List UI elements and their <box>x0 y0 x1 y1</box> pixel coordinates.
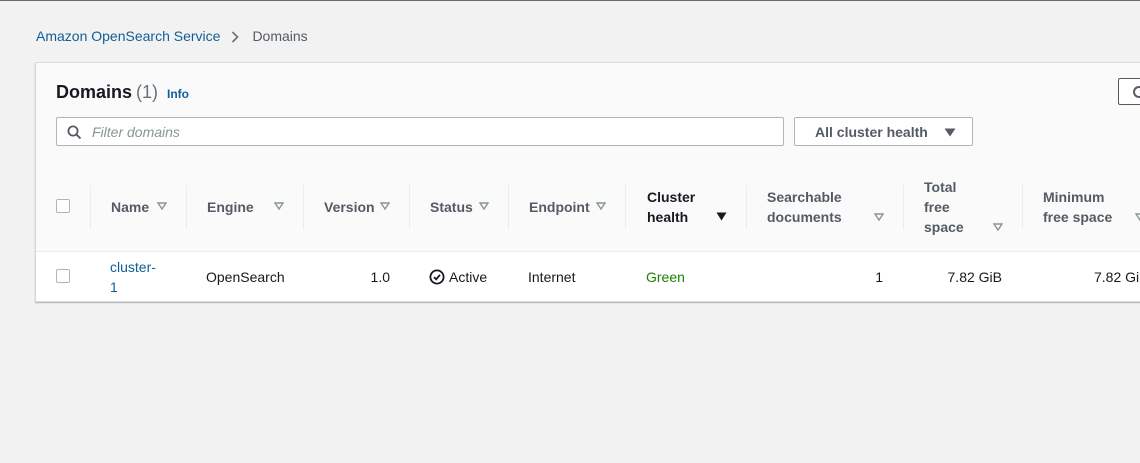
column-header-label-line: documents <box>767 209 842 225</box>
domain-name-line: 1 <box>110 279 118 295</box>
sort-icon <box>1135 213 1140 221</box>
column-header-label-line: health <box>647 209 689 225</box>
status-text: Active <box>449 269 488 285</box>
breadcrumb: Amazon OpenSearch Service Domains <box>36 28 308 44</box>
breadcrumb-current: Domains <box>252 28 308 44</box>
domain-name-line: cluster- <box>110 259 156 275</box>
column-header-endpoint[interactable]: Endpoint <box>509 163 626 251</box>
refresh-button[interactable] <box>1118 78 1140 105</box>
column-header-label: Endpoint <box>529 199 590 215</box>
cell-endpoint: Internet <box>528 269 576 285</box>
column-header-version[interactable]: Version <box>304 163 410 251</box>
column-header-cluster-health[interactable]: Cluster health <box>626 163 747 251</box>
column-header-label-line: Total <box>924 179 957 195</box>
caret-down-icon <box>944 128 956 137</box>
table-header: Name Engine Version Status Endpoint Clus… <box>36 163 1140 252</box>
sort-icon <box>993 223 1003 231</box>
info-link[interactable]: Info <box>167 87 189 101</box>
column-header-label: Searchable documents <box>767 187 842 227</box>
domain-name-link[interactable]: cluster- 1 <box>110 257 156 297</box>
column-header-label: Minimum free space <box>1043 187 1112 227</box>
column-header-label-line: free <box>924 199 950 215</box>
cell-searchable-documents: 1 <box>875 269 883 285</box>
column-header-label-line: Minimum <box>1043 189 1105 205</box>
column-header-label: Name <box>111 199 150 215</box>
sort-icon <box>274 202 284 210</box>
sort-icon <box>596 202 606 210</box>
search-input[interactable] <box>90 121 774 143</box>
column-header-label-line: free space <box>1043 209 1113 225</box>
page-title: Domains (1) <box>56 82 158 103</box>
chevron-right-icon <box>231 30 240 43</box>
domain-count: (1) <box>136 82 159 102</box>
column-header-engine[interactable]: Engine <box>187 163 304 251</box>
cluster-health-select[interactable]: All cluster health <box>794 117 973 146</box>
column-header-minimum-free-space[interactable]: Minimum free space <box>1023 163 1140 251</box>
select-all-column <box>36 163 91 251</box>
column-header-label: Total free space <box>924 177 964 237</box>
column-header-status[interactable]: Status <box>410 163 509 251</box>
refresh-icon <box>1133 85 1140 98</box>
column-header-label: Cluster health <box>647 187 695 227</box>
cell-status: Active <box>429 267 487 287</box>
column-header-label-line: Cluster <box>647 189 696 205</box>
status-check-icon <box>429 269 445 285</box>
search-icon <box>67 125 82 140</box>
row-select-checkbox[interactable] <box>56 269 70 283</box>
cell-cluster-health: Green <box>646 269 685 285</box>
sort-descending-icon <box>716 212 727 221</box>
column-header-label-line: space <box>924 219 964 235</box>
search-field[interactable] <box>56 117 784 146</box>
select-all-checkbox[interactable] <box>56 199 70 213</box>
breadcrumb-link-service[interactable]: Amazon OpenSearch Service <box>36 28 220 44</box>
title-text: Domains <box>56 82 133 102</box>
column-header-label: Engine <box>207 199 254 215</box>
domains-table-panel: Domains(1) Info All cluster health Name … <box>35 62 1140 302</box>
column-header-searchable-documents[interactable]: Searchable documents <box>747 163 904 251</box>
column-header-label: Version <box>324 199 375 215</box>
cell-minimum-free-space: 7.82 Gi <box>1094 269 1140 285</box>
sort-icon <box>380 202 390 210</box>
cell-total-free-space: 7.82 GiB <box>947 269 1002 285</box>
column-header-label-line: Searchable <box>767 189 842 205</box>
cell-version: 1.0 <box>370 269 390 285</box>
column-header-label: Status <box>430 199 473 215</box>
sort-icon <box>479 202 489 210</box>
cell-engine: OpenSearch <box>206 269 285 285</box>
sort-icon <box>157 202 167 210</box>
panel-header: Domains(1) Info All cluster health <box>36 63 1140 164</box>
cluster-health-select-value: All cluster health <box>815 124 928 140</box>
column-header-total-free-space[interactable]: Total free space <box>904 163 1023 251</box>
column-header-name[interactable]: Name <box>91 163 187 251</box>
sort-icon <box>874 213 884 221</box>
